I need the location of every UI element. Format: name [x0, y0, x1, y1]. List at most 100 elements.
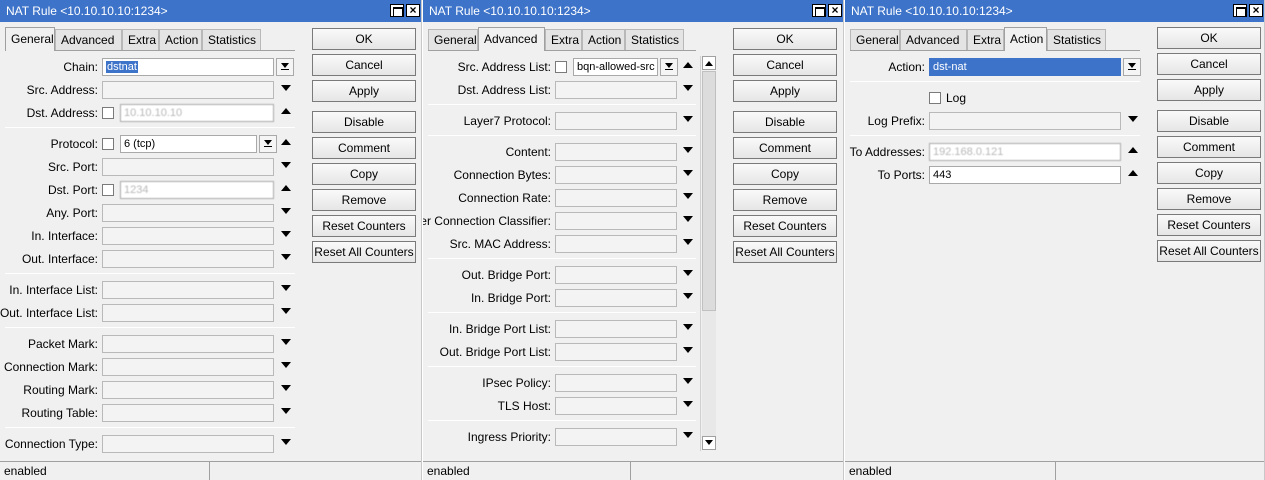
title-bar[interactable]: NAT Rule <10.10.10.10:1234> × [0, 0, 421, 22]
chain-select[interactable]: dstnat [102, 58, 274, 76]
tab-statistics[interactable]: Statistics [1047, 29, 1106, 50]
apply-button[interactable]: Apply [733, 80, 837, 102]
out-bridge-port-list-expand-icon[interactable] [683, 347, 693, 353]
cancel-button[interactable]: Cancel [1157, 53, 1261, 75]
out-interface-list-expand-icon[interactable] [281, 308, 291, 314]
in-bridge-port-list-expand-icon[interactable] [683, 324, 693, 330]
content-input[interactable] [555, 143, 677, 161]
connection-rate-expand-icon[interactable] [683, 193, 693, 199]
copy-button[interactable]: Copy [312, 163, 416, 185]
src-address-list-dropdown-icon[interactable] [660, 58, 678, 76]
scroll-down-icon[interactable] [702, 436, 716, 450]
reset-counters-button[interactable]: Reset Counters [1157, 214, 1261, 236]
in-bridge-port-expand-icon[interactable] [683, 293, 693, 299]
to-ports-input[interactable]: 443 [929, 166, 1121, 184]
routing-table-expand-icon[interactable] [281, 408, 291, 414]
connection-mark-input[interactable] [102, 358, 274, 376]
tab-extra[interactable]: Extra [545, 29, 582, 50]
layer7-protocol-input[interactable] [555, 112, 677, 130]
src-address-expand-icon[interactable] [281, 85, 291, 91]
copy-button[interactable]: Copy [1157, 162, 1261, 184]
in-bridge-port-list-input[interactable] [555, 320, 677, 338]
ok-button[interactable]: OK [312, 28, 416, 50]
src-port-expand-icon[interactable] [281, 162, 291, 168]
protocol-negate-checkbox[interactable] [102, 138, 114, 150]
maximize-icon[interactable] [1233, 4, 1247, 17]
src-mac-address-input[interactable] [555, 235, 677, 253]
routing-mark-expand-icon[interactable] [281, 385, 291, 391]
any-port-expand-icon[interactable] [281, 208, 291, 214]
ok-button[interactable]: OK [733, 28, 837, 50]
tab-extra[interactable]: Extra [967, 29, 1004, 50]
action-dropdown-icon[interactable] [1123, 58, 1141, 76]
tab-general[interactable]: General [850, 29, 900, 50]
title-bar[interactable]: NAT Rule <10.10.10.10:1234> × [423, 0, 843, 22]
tab-advanced[interactable]: Advanced [900, 29, 967, 50]
vertical-scrollbar[interactable] [700, 56, 717, 451]
out-interface-expand-icon[interactable] [281, 254, 291, 260]
reset-all-counters-button[interactable]: Reset All Counters [733, 241, 837, 263]
cancel-button[interactable]: Cancel [733, 54, 837, 76]
tab-advanced[interactable]: Advanced [55, 29, 122, 50]
reset-all-counters-button[interactable]: Reset All Counters [312, 241, 416, 263]
connection-rate-input[interactable] [555, 189, 677, 207]
any-port-input[interactable] [102, 204, 274, 222]
ipsec-policy-input[interactable] [555, 374, 677, 392]
title-bar[interactable]: NAT Rule <10.10.10.10:1234> × [845, 0, 1264, 22]
tab-statistics[interactable]: Statistics [625, 29, 684, 50]
in-interface-input[interactable] [102, 227, 274, 245]
out-interface-input[interactable] [102, 250, 274, 268]
reset-all-counters-button[interactable]: Reset All Counters [1157, 240, 1261, 262]
tls-host-input[interactable] [555, 397, 677, 415]
dst-port-negate-checkbox[interactable] [102, 184, 114, 196]
scroll-thumb[interactable] [702, 71, 716, 311]
action-select[interactable]: dst-nat [929, 58, 1121, 76]
out-interface-list-input[interactable] [102, 304, 274, 322]
disable-button[interactable]: Disable [312, 111, 416, 133]
connection-mark-expand-icon[interactable] [281, 362, 291, 368]
layer7-protocol-expand-icon[interactable] [683, 116, 693, 122]
reset-counters-button[interactable]: Reset Counters [312, 215, 416, 237]
apply-button[interactable]: Apply [1157, 79, 1261, 101]
maximize-icon[interactable] [390, 4, 404, 17]
to-ports-collapse-icon[interactable] [1128, 170, 1138, 176]
out-bridge-port-input[interactable] [555, 266, 677, 284]
content-expand-icon[interactable] [683, 147, 693, 153]
close-icon[interactable]: × [406, 4, 420, 17]
in-bridge-port-input[interactable] [555, 289, 677, 307]
dst-address-list-expand-icon[interactable] [683, 85, 693, 91]
tab-general[interactable]: General [5, 27, 55, 51]
packet-mark-expand-icon[interactable] [281, 339, 291, 345]
src-port-input[interactable] [102, 158, 274, 176]
in-interface-list-input[interactable] [102, 281, 274, 299]
close-icon[interactable]: × [1249, 4, 1263, 17]
log-prefix-input[interactable] [929, 112, 1121, 130]
dst-port-input[interactable]: 1234 [120, 181, 274, 199]
log-prefix-expand-icon[interactable] [1128, 116, 1138, 122]
remove-button[interactable]: Remove [733, 189, 837, 211]
disable-button[interactable]: Disable [1157, 110, 1261, 132]
log-checkbox[interactable] [929, 92, 941, 104]
connection-bytes-input[interactable] [555, 166, 677, 184]
dst-port-collapse-icon[interactable] [281, 185, 291, 191]
in-interface-list-expand-icon[interactable] [281, 285, 291, 291]
ipsec-policy-expand-icon[interactable] [683, 378, 693, 384]
comment-button[interactable]: Comment [312, 137, 416, 159]
src-mac-address-expand-icon[interactable] [683, 239, 693, 245]
dst-address-list-input[interactable] [555, 81, 677, 99]
remove-button[interactable]: Remove [312, 189, 416, 211]
tab-advanced[interactable]: Advanced [478, 27, 545, 51]
dst-address-input[interactable]: 10.10.10.10 [120, 104, 274, 122]
tab-action[interactable]: Action [1004, 27, 1047, 51]
ingress-priority-input[interactable] [555, 428, 677, 446]
tab-action[interactable]: Action [159, 29, 202, 50]
protocol-select[interactable]: 6 (tcp) [120, 135, 257, 153]
connection-type-expand-icon[interactable] [281, 439, 291, 445]
tab-action[interactable]: Action [582, 29, 625, 50]
dst-address-collapse-icon[interactable] [281, 108, 291, 114]
remove-button[interactable]: Remove [1157, 188, 1261, 210]
comment-button[interactable]: Comment [733, 137, 837, 159]
connection-bytes-expand-icon[interactable] [683, 170, 693, 176]
packet-mark-input[interactable] [102, 335, 274, 353]
dst-address-negate-checkbox[interactable] [102, 107, 114, 119]
